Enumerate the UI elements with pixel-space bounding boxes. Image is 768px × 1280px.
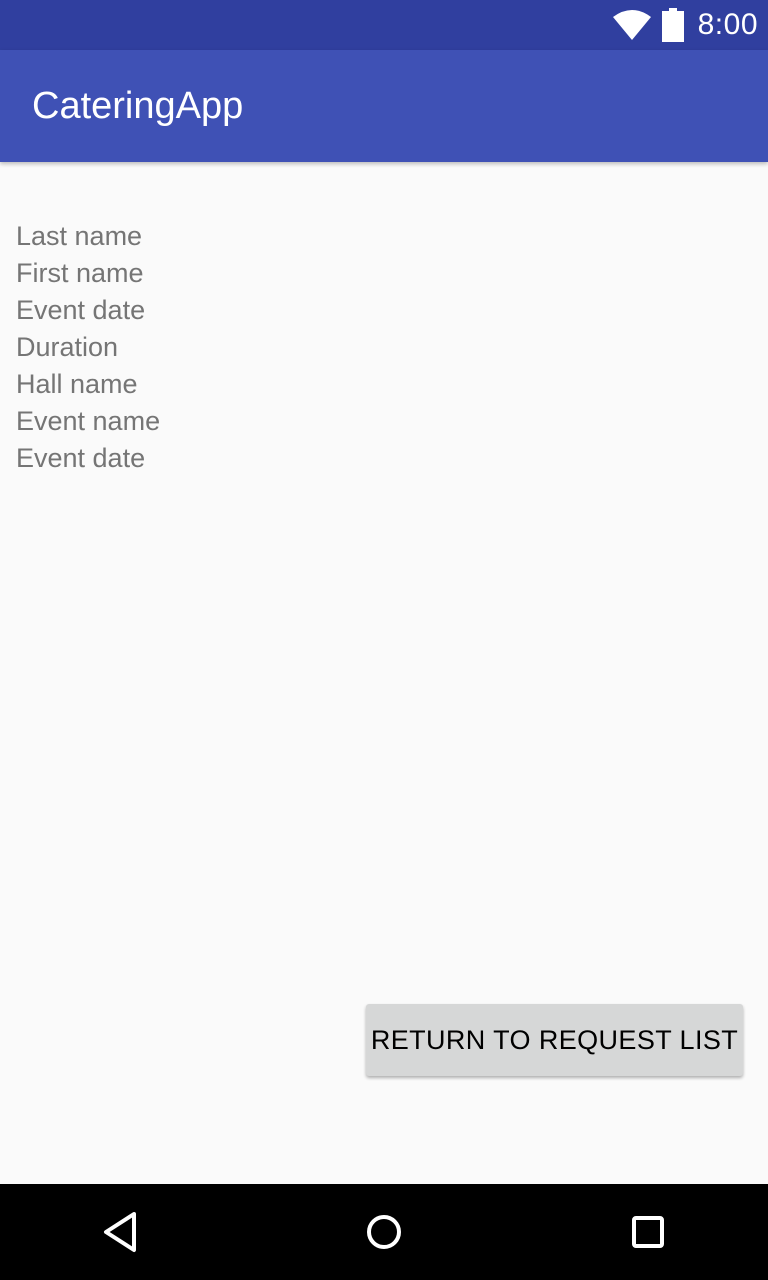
navigation-bar: [0, 1184, 768, 1280]
status-bar: 8:00: [0, 0, 768, 50]
nav-home-button[interactable]: [336, 1184, 432, 1280]
return-to-request-list-button[interactable]: RETURN TO REQUEST LIST: [366, 1004, 743, 1076]
detail-last-name: Last name: [16, 221, 143, 251]
detail-event-date: Event date: [16, 295, 146, 325]
back-icon: [104, 1212, 136, 1252]
request-details-content: Last name First name Event date Duration…: [0, 162, 768, 1184]
status-icons: 8:00: [612, 0, 758, 50]
status-time: 8:00: [697, 8, 758, 41]
nav-back-button[interactable]: [72, 1184, 168, 1280]
battery-icon: [661, 8, 684, 42]
app-bar: CateringApp: [0, 50, 768, 162]
detail-first-name: First name: [16, 258, 144, 288]
recent-apps-icon: [632, 1216, 664, 1248]
wifi-icon: [612, 10, 651, 40]
detail-event-name: Event name: [16, 406, 161, 436]
home-icon: [367, 1215, 401, 1249]
nav-recent-apps-button[interactable]: [600, 1184, 696, 1280]
app-title: CateringApp: [32, 85, 244, 127]
detail-event-date-2: Event date: [16, 443, 146, 473]
request-details-list: Last name First name Event date Duration…: [16, 218, 160, 477]
detail-hall-name: Hall name: [16, 369, 138, 399]
detail-duration: Duration: [16, 332, 119, 362]
